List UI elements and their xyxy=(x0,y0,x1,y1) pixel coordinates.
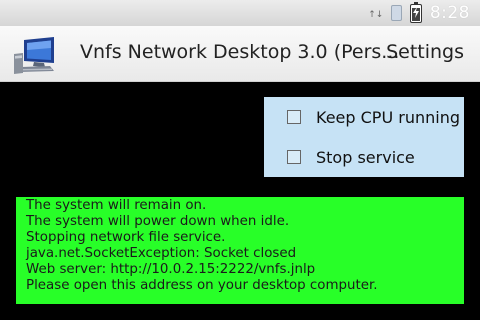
keep-cpu-running-option[interactable]: Keep CPU running xyxy=(264,97,464,137)
computer-monitor-icon xyxy=(14,37,54,74)
status-icons: ↑↓ 8:28 xyxy=(368,1,470,24)
settings-button[interactable]: Settings xyxy=(386,41,464,63)
log-line: The system will remain on. xyxy=(26,198,207,213)
app-title: Vnfs Network Desktop 3.0 (Pers... xyxy=(80,41,400,63)
battery-charging-icon xyxy=(409,1,422,23)
stop-service-checkbox[interactable] xyxy=(287,150,301,164)
keep-cpu-running-label: Keep CPU running xyxy=(316,107,460,127)
signal-arrows: ↑↓ xyxy=(368,10,384,20)
status-bar: ↑↓ 8:28 xyxy=(0,0,480,26)
lightning-bolt-icon xyxy=(412,6,419,18)
status-time: 8:28 xyxy=(429,3,470,23)
options-panel: Keep CPU running Stop service xyxy=(264,97,464,177)
log-line: Web server: http://10.0.2.15:2222/vnfs.j… xyxy=(26,262,316,277)
log-line: The system will power down when idle. xyxy=(26,214,290,229)
log-line: java.net.SocketException: Socket closed xyxy=(26,246,297,261)
log-panel: The system will remain on. The system wi… xyxy=(16,197,464,304)
log-line: Stopping network file service. xyxy=(26,230,226,245)
stop-service-option[interactable]: Stop service xyxy=(264,137,464,177)
stop-service-label: Stop service xyxy=(316,147,415,167)
keep-cpu-running-checkbox[interactable] xyxy=(287,110,301,124)
sim-icon xyxy=(390,5,402,21)
signal-icon: ↑↓ xyxy=(368,6,384,20)
title-bar: Vnfs Network Desktop 3.0 (Pers... Settin… xyxy=(0,26,480,82)
log-line: Please open this address on your desktop… xyxy=(26,278,378,293)
